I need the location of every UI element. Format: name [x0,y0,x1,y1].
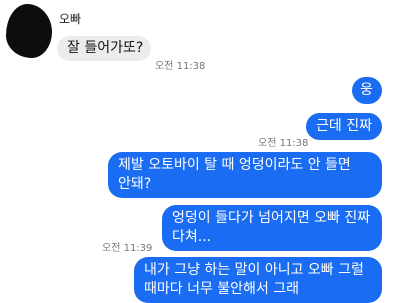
message-line: 안돼? [118,176,152,192]
outgoing-message[interactable]: 제발 오토바이 탈 때 엉덩이라도 안 들면 안돼? [108,152,382,198]
message-line: 엉덩이 들다가 넘어지면 오빠 진짜 [172,210,371,226]
outgoing-message[interactable]: 근데 진짜 [306,113,382,140]
chat-conversation: 오빠 잘 들어가또? 오전 11:38 웅 근데 진짜 오전 11:38 제발 … [0,0,400,303]
message-line: 때마다 너무 불안해서 그래 [144,281,300,297]
message-timestamp: 오전 11:39 [102,243,153,254]
message-timestamp: 오전 11:38 [155,61,206,72]
message-line: 다쳐... [172,229,212,245]
outgoing-message[interactable]: 웅 [352,77,382,104]
outgoing-message[interactable]: 엉덩이 들다가 넘어지면 오빠 진짜 다쳐... [162,205,382,251]
message-timestamp: 오전 11:38 [258,138,309,149]
message-line: 내가 그냥 하는 말이 아니고 오빠 그럴 [144,262,364,278]
incoming-message[interactable]: 잘 들어가또? [57,36,151,61]
message-line: 제발 오토바이 탈 때 엉덩이라도 안 들면 [118,157,351,173]
contact-name: 오빠 [59,12,82,26]
contact-avatar[interactable] [6,4,52,58]
outgoing-message[interactable]: 내가 그냥 하는 말이 아니고 오빠 그럴 때마다 너무 불안해서 그래 [134,257,382,303]
